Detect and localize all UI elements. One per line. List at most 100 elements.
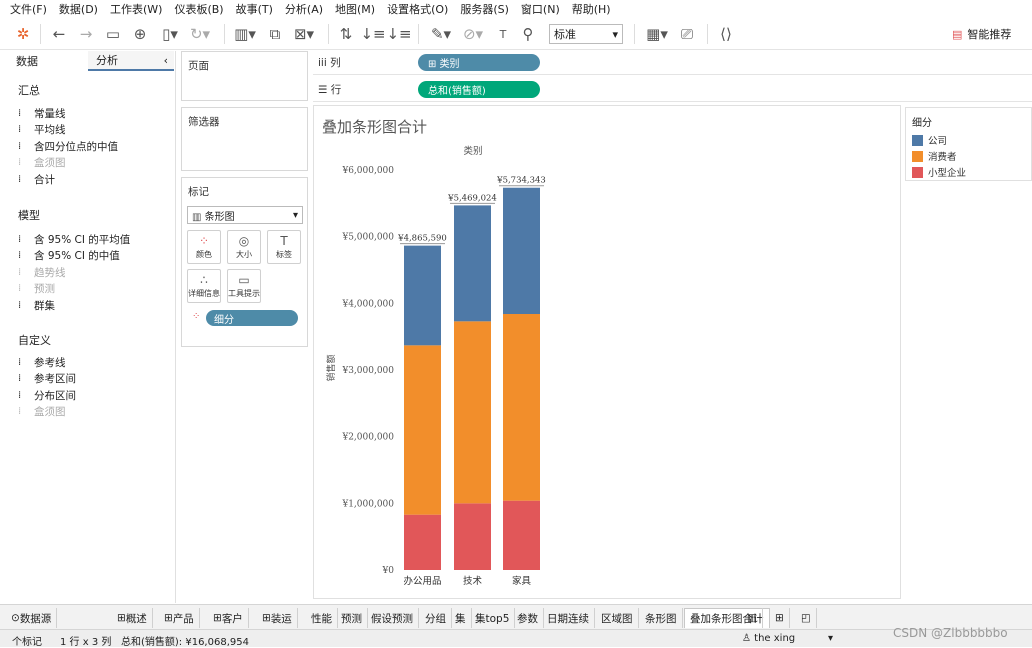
- tab-analysis[interactable]: 分析 ‹: [88, 51, 174, 71]
- pin-icon[interactable]: ⚲: [519, 24, 537, 44]
- pause-update-icon[interactable]: ▯▾: [158, 24, 182, 44]
- analytics-item[interactable]: ⁞ 合计: [18, 171, 55, 187]
- color-legend[interactable]: 细分 公司消费者小型企业: [905, 107, 1032, 181]
- sheet-tab[interactable]: 性能: [306, 608, 338, 628]
- menu-item[interactable]: 窗口(N): [521, 1, 560, 17]
- analytics-item-icon: ⁞: [18, 157, 22, 168]
- new-dashboard-tab[interactable]: ⊞: [770, 608, 790, 628]
- sheet-tab[interactable]: 预测: [336, 608, 368, 628]
- fit-select[interactable]: 标准 ▾: [549, 24, 623, 44]
- sheet-tab[interactable]: 参数: [512, 608, 544, 628]
- menu-item[interactable]: 文件(F): [10, 1, 47, 17]
- mark-type-dropdown[interactable]: ▥ 条形图 ▾: [187, 206, 303, 224]
- dashboard-icon: ⊞: [164, 612, 173, 624]
- menu-item[interactable]: 服务器(S): [460, 1, 509, 17]
- sort-descending-icon[interactable]: ↓≡: [386, 24, 411, 44]
- filters-card[interactable]: 筛选器: [181, 107, 308, 171]
- new-worksheet-icon[interactable]: ▥▾: [232, 24, 258, 44]
- duplicate-sheet-icon[interactable]: ⧉: [265, 24, 285, 44]
- columns-shelf[interactable]: iii 列 ⊞ 类别: [313, 51, 1032, 75]
- toolbar: ✲ ← → ▭ ⊕ ▯▾ ↻▾ ▥▾ ⧉ ⊠▾ ⇅ ↓≡ ↓≡ ✎▾ ⊘▾ T …: [0, 18, 1032, 50]
- analytics-item[interactable]: ⁞ 含 95% CI 的中值: [18, 248, 120, 264]
- user-menu[interactable]: ♙ the xing: [742, 633, 795, 644]
- chart-area[interactable]: 叠加条形图合计 类别 销售额 ¥0 ¥1,000,000 ¥2,000,000 ¥3,00…: [313, 105, 901, 599]
- menu-item[interactable]: 仪表板(B): [174, 1, 223, 17]
- menu-item[interactable]: 设置格式(O): [387, 1, 448, 17]
- labels-icon[interactable]: T: [494, 24, 512, 44]
- analytics-item[interactable]: ⁞ 含 95% CI 的平均值: [18, 231, 130, 247]
- size-button[interactable]: ◎ 大小: [227, 230, 261, 264]
- analytics-item[interactable]: ⁞ 盒须图: [18, 155, 66, 171]
- sheet-tab[interactable]: 集: [450, 608, 472, 628]
- presentation-icon[interactable]: ⎚: [677, 24, 697, 44]
- swap-icon[interactable]: ⇅: [337, 24, 355, 44]
- menu-item[interactable]: 帮助(H): [572, 1, 611, 17]
- analytics-item[interactable]: ⁞ 群集: [18, 297, 55, 313]
- sheet-tab[interactable]: 集top5: [470, 608, 516, 628]
- sheet-tab[interactable]: 分组: [420, 608, 452, 628]
- new-datasource-icon[interactable]: ⊕: [131, 24, 149, 44]
- tooltip-button[interactable]: ▭ 工具提示: [227, 269, 261, 303]
- menu-item[interactable]: 地图(M): [335, 1, 375, 17]
- sort-ascending-icon[interactable]: ↓≡: [360, 24, 385, 44]
- new-worksheet-tab[interactable]: ▥: [742, 608, 763, 628]
- chevron-down-icon[interactable]: ▾: [828, 633, 833, 644]
- analytics-item[interactable]: ⁞ 参考线: [18, 354, 66, 370]
- analytics-item[interactable]: ⁞ 含四分位点的中值: [18, 138, 118, 154]
- label-button[interactable]: T 标签: [267, 230, 301, 264]
- group-icon[interactable]: ⊘▾: [460, 24, 486, 44]
- menu-item[interactable]: 分析(A): [285, 1, 323, 17]
- legend-item[interactable]: 公司: [912, 133, 947, 147]
- analytics-item-icon: ⁞: [18, 389, 22, 401]
- x-tick-label: 办公用品: [403, 575, 441, 587]
- sheet-tab[interactable]: ⊞ 概述: [112, 608, 153, 628]
- sheet-tab[interactable]: ⊞ 产品: [159, 608, 200, 628]
- save-icon[interactable]: ▭: [104, 24, 122, 44]
- share-icon[interactable]: ⟨⟩: [716, 24, 736, 44]
- show-cards-icon[interactable]: ▦▾: [644, 24, 670, 44]
- analytics-item[interactable]: ⁞ 分布区间: [18, 387, 76, 403]
- rows-shelf[interactable]: ☰ 行 总和(销售额): [313, 78, 1032, 102]
- sheet-tab[interactable]: 假设预测: [366, 608, 419, 628]
- tab-data[interactable]: 数据: [16, 51, 76, 71]
- legend-item[interactable]: 消费者: [912, 149, 957, 163]
- sheet-tab[interactable]: 区域图: [596, 608, 639, 628]
- analytics-item[interactable]: ⁞ 预测: [18, 281, 55, 297]
- sheet-tab[interactable]: ⊞ 装运: [257, 608, 298, 628]
- segment-pill[interactable]: 细分: [206, 310, 298, 326]
- highlight-icon[interactable]: ✎▾: [428, 24, 454, 44]
- new-story-tab[interactable]: ◰: [796, 608, 817, 628]
- tableau-logo-icon[interactable]: ✲: [14, 24, 32, 44]
- sheet-tab[interactable]: 条形图: [640, 608, 683, 628]
- menu-item[interactable]: 数据(D): [59, 1, 98, 17]
- collapse-icon[interactable]: ‹: [164, 54, 168, 67]
- menu-item[interactable]: 故事(T): [236, 1, 273, 17]
- color-button[interactable]: ⁘ 颜色: [187, 230, 221, 264]
- pages-card[interactable]: 页面: [181, 51, 308, 101]
- refresh-icon[interactable]: ↻▾: [188, 24, 212, 44]
- undo-icon[interactable]: ←: [50, 24, 68, 44]
- y-tick-label: ¥2,000,000: [341, 433, 394, 443]
- y-tick-label: ¥1,000,000: [341, 499, 394, 509]
- tab-datasource[interactable]: ⊙ 数据源: [6, 608, 58, 628]
- show-me-button[interactable]: ▤ 智能推荐: [952, 24, 1011, 44]
- analytics-item[interactable]: ⁞ 盒须图: [18, 404, 66, 420]
- analytics-item[interactable]: ⁞ 平均线: [18, 122, 66, 138]
- analytics-item[interactable]: ⁞ 常量线: [18, 105, 66, 121]
- legend-item[interactable]: 小型企业: [912, 165, 966, 179]
- clear-sheet-icon[interactable]: ⊠▾: [291, 24, 317, 44]
- analytics-item-icon: ⁞: [18, 373, 22, 384]
- detail-button[interactable]: ∴ 详细信息: [187, 269, 221, 303]
- legend-title: 细分: [912, 118, 932, 129]
- bar-segment: [503, 187, 540, 314]
- analytics-item[interactable]: ⁞ 参考区间: [18, 371, 76, 387]
- category-pill[interactable]: ⊞ 类别: [418, 54, 540, 71]
- redo-icon[interactable]: →: [77, 24, 95, 44]
- analytics-item-icon: ⁞: [18, 283, 22, 294]
- sheet-tab[interactable]: ⊞ 客户: [208, 608, 249, 628]
- analytics-item-icon: ⁞: [18, 233, 22, 245]
- sheet-tab[interactable]: 日期连续: [542, 608, 595, 628]
- menu-item[interactable]: 工作表(W): [110, 1, 162, 17]
- sales-sum-pill[interactable]: 总和(销售额): [418, 81, 540, 98]
- analytics-item[interactable]: ⁞ 趋势线: [18, 264, 66, 280]
